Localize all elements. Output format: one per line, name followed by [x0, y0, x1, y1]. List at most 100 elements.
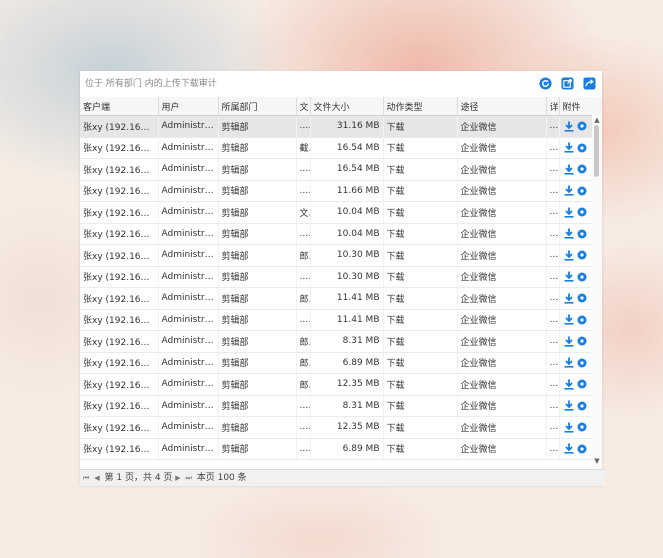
table-row[interactable]: 张xy (192.168.3... Administra... 剪辑部文 10.04 …	[80, 201, 602, 224]
download-icon[interactable]	[564, 142, 574, 153]
col-header-file-size[interactable]: 文件大小	[310, 97, 384, 116]
view-icon[interactable]	[577, 121, 587, 131]
scroll-up-icon[interactable]: ▲	[593, 116, 601, 124]
cell-file-size: 6.89 MB	[310, 352, 384, 374]
table-row[interactable]: 张xy (192.168.3... Administra... 剪辑部郎 12.35 …	[80, 373, 602, 396]
col-header-detail[interactable]: 详	[546, 97, 560, 116]
cell-department: 剪辑部	[218, 266, 297, 288]
download-icon[interactable]	[564, 121, 574, 132]
cell-channel: 企业微信	[457, 438, 547, 460]
table-row[interactable]: 张xy (192.168.3... Administra... 剪辑部... 16.5…	[80, 158, 602, 181]
download-icon[interactable]	[564, 379, 574, 390]
next-page-icon[interactable]: ▶	[175, 474, 180, 482]
cell-user: Administra...	[158, 309, 219, 331]
col-header-client[interactable]: 客户端	[80, 97, 159, 116]
table-row[interactable]: 张xy (192.168.3... Administra... 剪辑部... 8.31…	[80, 395, 602, 417]
view-icon[interactable]	[577, 186, 587, 196]
scroll-down-icon[interactable]: ▼	[593, 457, 601, 465]
view-icon[interactable]	[577, 164, 587, 174]
export-icon[interactable]	[561, 77, 574, 90]
cell-department: 剪辑部	[218, 137, 297, 159]
cell-department: 剪辑部	[218, 244, 297, 267]
cell-detail: ...	[546, 244, 560, 267]
col-header-file[interactable]: 文	[296, 97, 311, 116]
view-icon[interactable]	[577, 143, 587, 153]
download-icon[interactable]	[564, 422, 574, 433]
col-header-attachment[interactable]: 附件	[559, 97, 602, 116]
cell-file-size: 8.31 MB	[310, 330, 384, 353]
view-icon[interactable]	[577, 358, 587, 368]
view-icon[interactable]	[577, 293, 587, 303]
table-row[interactable]: 张xy (192.168.3... Administra... 剪辑部... 10.0…	[80, 223, 602, 245]
vertical-scrollbar[interactable]: ▲ ▼	[592, 115, 602, 469]
table-row[interactable]: 张xy (192.168.3... Administra... 剪辑部... 11.6…	[80, 180, 602, 202]
table-row[interactable]: 张xy (192.168.3... Administra... 剪辑部... 31.1…	[80, 115, 602, 138]
view-icon[interactable]	[577, 401, 587, 411]
download-icon[interactable]	[564, 164, 574, 175]
table-row[interactable]: 张xy (192.168.3... Administra... 剪辑部... 12.3…	[80, 416, 602, 439]
cell-detail: ...	[546, 416, 560, 439]
refresh-icon[interactable]	[539, 77, 552, 90]
col-header-department[interactable]: 所属部门	[218, 97, 297, 116]
view-icon[interactable]	[577, 422, 587, 432]
cell-department: 剪辑部	[218, 352, 297, 374]
cell-file: ...	[296, 438, 311, 460]
view-icon[interactable]	[577, 250, 587, 260]
table-row[interactable]: 张xy (192.168.3... Administra... 剪辑部郎 6.89 M…	[80, 352, 602, 374]
download-icon[interactable]	[564, 314, 574, 325]
col-header-user[interactable]: 用户	[158, 97, 219, 116]
prev-page-icon[interactable]: ◀	[94, 474, 99, 482]
download-icon[interactable]	[564, 271, 574, 282]
table-row[interactable]: 张xy (192.168.3... Administra... 剪辑部郎 10.30 …	[80, 244, 602, 267]
cell-channel: 企业微信	[457, 244, 547, 267]
first-page-icon[interactable]: ⏮	[83, 474, 89, 482]
cell-file-size: 6.89 MB	[310, 438, 384, 460]
table-row[interactable]: 张xy (192.168.3... Administra... 剪辑部郎 11.41 …	[80, 287, 602, 310]
table-row[interactable]: 张xy (192.168.3... Administra... 剪辑部截 16.54 …	[80, 137, 602, 159]
cell-channel: 企业微信	[457, 395, 547, 417]
cell-user: Administra...	[158, 438, 219, 460]
table-row[interactable]: 张xy (192.168.3... Administra... 剪辑部... 10.3…	[80, 266, 602, 288]
download-icon[interactable]	[564, 185, 574, 196]
col-header-channel[interactable]: 途径	[457, 97, 547, 116]
download-icon[interactable]	[564, 207, 574, 218]
cell-file-size: 16.54 MB	[310, 158, 384, 181]
view-icon[interactable]	[577, 315, 587, 325]
cell-user: Administra...	[158, 223, 219, 245]
cell-channel: 企业微信	[457, 373, 547, 396]
view-icon[interactable]	[577, 207, 587, 217]
cell-file: ...	[296, 395, 311, 417]
cell-channel: 企业微信	[457, 137, 547, 159]
view-icon[interactable]	[577, 272, 587, 282]
cell-action-type: 下载	[383, 244, 458, 267]
cell-client: 张xy (192.168.3...	[80, 137, 159, 159]
download-icon[interactable]	[564, 228, 574, 239]
cell-detail: ...	[546, 137, 560, 159]
table-row[interactable]: 张xy (192.168.3... Administra... 剪辑部... 11.4…	[80, 309, 602, 331]
table-row[interactable]: 张xy (192.168.3... Administra... 剪辑部郎 8.31 M…	[80, 330, 602, 353]
table-row[interactable]: 张xy (192.168.3... Administra... 剪辑部... 6.89…	[80, 438, 602, 460]
download-icon[interactable]	[564, 293, 574, 304]
download-icon[interactable]	[564, 443, 574, 454]
view-icon[interactable]	[577, 379, 587, 389]
download-icon[interactable]	[564, 336, 574, 347]
download-icon[interactable]	[564, 357, 574, 368]
col-header-action-type[interactable]: 动作类型	[383, 97, 458, 116]
view-icon[interactable]	[577, 229, 587, 239]
cell-user: Administra...	[158, 373, 219, 396]
share-icon[interactable]	[583, 77, 596, 90]
scrollbar-thumb[interactable]	[594, 125, 599, 177]
download-icon[interactable]	[564, 250, 574, 261]
last-page-icon[interactable]: ⏭	[186, 474, 192, 482]
cell-action-type: 下载	[383, 309, 458, 331]
cell-department: 剪辑部	[218, 223, 297, 245]
cell-channel: 企业微信	[457, 201, 547, 224]
cell-user: Administra...	[158, 352, 219, 374]
cell-client: 张xy (192.168.3...	[80, 201, 159, 224]
view-icon[interactable]	[577, 336, 587, 346]
view-icon[interactable]	[577, 444, 587, 454]
page-number[interactable]: 1	[116, 473, 122, 483]
cell-action-type: 下载	[383, 266, 458, 288]
cell-department: 剪辑部	[218, 158, 297, 181]
download-icon[interactable]	[564, 400, 574, 411]
